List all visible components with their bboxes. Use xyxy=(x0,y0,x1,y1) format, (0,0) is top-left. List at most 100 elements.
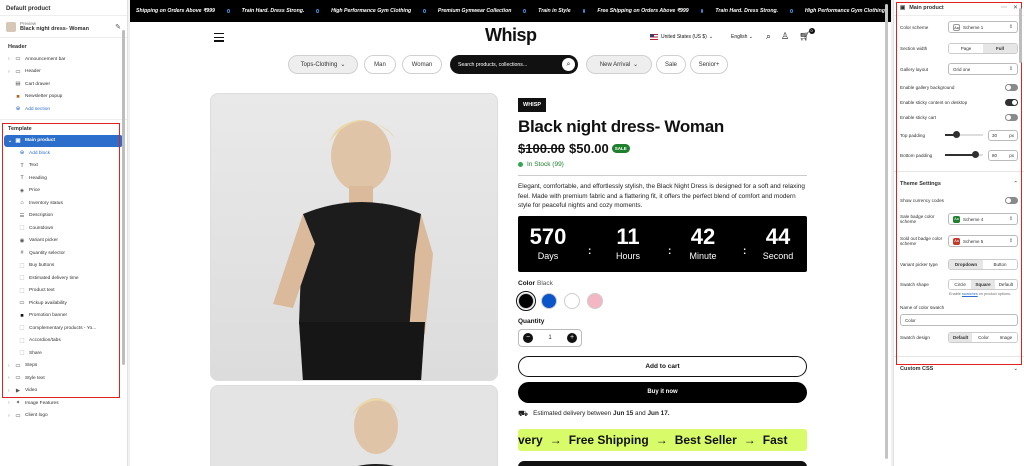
language-selector[interactable]: English ⌄ xyxy=(731,34,753,40)
arrow-right-icon: → xyxy=(655,432,668,447)
add-to-cart-button[interactable]: Add to cart xyxy=(518,355,807,377)
sale-badge: SALE xyxy=(611,144,630,153)
settings-scrollbar[interactable] xyxy=(1019,8,1022,63)
sidebar-item-cart-drawer[interactable]: ▤ Cart drawer xyxy=(0,78,127,91)
cart-count-badge: 0 xyxy=(808,28,815,34)
swatch-blue[interactable] xyxy=(541,292,557,309)
countdown-days-label: Days xyxy=(537,250,559,261)
divider-ellipse-icon xyxy=(700,9,704,13)
countdown-days-value: 570 xyxy=(529,223,567,249)
countdown-hours-value: 11 xyxy=(616,223,640,249)
sidebar-item-newsletter-popup[interactable]: ■ Newsletter popup xyxy=(0,91,127,104)
divider xyxy=(518,175,807,176)
menu-man[interactable]: Man xyxy=(364,55,396,74)
product-thumbnail xyxy=(6,21,16,32)
color-swatches xyxy=(516,290,807,311)
chevron-down-icon: ⌄ xyxy=(340,62,346,68)
layout-icon: ▭ xyxy=(15,412,21,419)
arrow-right-icon: → xyxy=(549,432,562,447)
divider-ellipse-icon xyxy=(523,9,527,13)
cart-icon[interactable]: 🛒︎ 0 xyxy=(799,28,815,42)
countdown-minutes-value: 42 xyxy=(690,223,716,249)
sidebar-item-announcement-bar[interactable]: › ▭ Announcement bar xyxy=(0,53,127,66)
hamburger-menu-icon[interactable] xyxy=(214,33,224,44)
sale-price: $50.00 xyxy=(569,141,609,156)
country-selector[interactable]: United States (US $) ⌄ xyxy=(650,34,713,40)
theme-editor: Default product Preview Black night dres… xyxy=(0,0,1024,466)
color-label: Color Black xyxy=(518,279,553,287)
announcement-bar: Shipping on Orders Above ₹999 Train Hard… xyxy=(130,0,891,22)
next-section-preview xyxy=(518,460,807,466)
product-description: Elegant, comfortable, and effortlessly s… xyxy=(518,183,805,210)
truck-icon: ⛟ xyxy=(518,408,529,418)
search-icon[interactable]: ⌕ xyxy=(562,58,575,71)
swatch-pink[interactable] xyxy=(587,292,603,309)
store-search-input[interactable]: Search products, collections... ⌕ xyxy=(450,55,578,74)
countdown-separator: : xyxy=(743,245,747,257)
highlight-box-template xyxy=(2,123,120,398)
quantity-label: Quantity xyxy=(518,317,545,325)
layout-icon: ▭ xyxy=(15,68,21,75)
arrow-right-icon: → xyxy=(743,432,756,447)
sidebar-scrollbar[interactable] xyxy=(122,30,125,365)
selected-color: Black xyxy=(536,279,553,287)
main-menu: Tops-Clothing ⌄ Man Woman Search products… xyxy=(130,55,891,77)
menu-senior[interactable]: Senior+ xyxy=(690,55,728,74)
search-icon[interactable]: ⌕ xyxy=(766,31,771,42)
vendor-label[interactable]: WHISP xyxy=(518,98,547,112)
countdown-minutes-label: Minute xyxy=(689,250,717,261)
product-second-image[interactable] xyxy=(210,385,498,466)
buy-now-button[interactable]: Buy it now xyxy=(518,381,807,403)
swatch-white[interactable] xyxy=(564,292,580,309)
sidebar-item-client-logo[interactable]: › ▭ Client logo xyxy=(0,410,127,423)
divider-ellipse-icon xyxy=(316,9,320,13)
cart-drawer-icon: ▤ xyxy=(15,81,21,88)
preview-value: Black night dress- Woman xyxy=(20,26,89,32)
pencil-icon[interactable]: ✎ xyxy=(115,23,121,31)
sidebar-item-header[interactable]: › ▭ Header xyxy=(0,66,127,79)
product-title: Black night dress- Woman xyxy=(518,117,724,136)
estimated-delivery: ⛟ Estimated delivery between Jun 15 and … xyxy=(518,408,670,418)
swatch-black[interactable] xyxy=(516,290,536,311)
header-section-title: Header xyxy=(8,44,27,50)
template-title: Default product xyxy=(0,0,127,16)
quantity-value[interactable]: 1 xyxy=(548,335,551,341)
stock-dot-icon xyxy=(518,162,523,167)
minus-icon[interactable]: − xyxy=(523,332,533,343)
countdown-separator: : xyxy=(588,245,592,257)
plus-circle-icon: ⊕ xyxy=(15,106,21,113)
chevron-down-icon: ⌄ xyxy=(633,62,639,68)
chevron-down-icon: ⌄ xyxy=(1013,366,1018,372)
highlight-box-settings xyxy=(896,2,1022,365)
account-icon[interactable]: ♙ xyxy=(781,31,789,42)
divider-ellipse-icon xyxy=(790,9,793,13)
menu-tops-clothing[interactable]: Tops-Clothing ⌄ xyxy=(288,55,358,74)
inventory-status: In Stock (99) xyxy=(518,161,807,168)
chevron-down-icon: ⌄ xyxy=(708,34,714,40)
store-logo[interactable]: Whisp xyxy=(485,25,537,46)
countdown-timer: 570 Days : 11 Hours : 42 Minute : 44 Second xyxy=(518,215,807,272)
countdown-hours-label: Hours xyxy=(615,250,640,261)
features-icon: ✦ xyxy=(15,400,21,407)
divider-ellipse-icon xyxy=(226,9,230,13)
sidebar-item-image-features[interactable]: › ✦ Image Features xyxy=(0,397,127,410)
preview-selector[interactable]: Preview Black night dress- Woman ✎ xyxy=(0,16,127,38)
chevron-down-icon: ⌄ xyxy=(748,34,753,40)
price-block: $100.00 $50.00 SALE xyxy=(518,141,807,156)
menu-sale[interactable]: Sale xyxy=(656,55,686,74)
countdown-seconds-value: 44 xyxy=(765,223,791,249)
plus-icon[interactable]: + xyxy=(567,332,577,343)
announcement-icon: ▭ xyxy=(15,56,21,63)
product-info: WHISP Black night dress- Woman $100.00 $… xyxy=(516,93,807,466)
store-preview: Shipping on Orders Above ₹999 Train Hard… xyxy=(130,0,891,466)
add-section-button[interactable]: ⊕ Add section xyxy=(0,103,127,116)
product-main-image[interactable] xyxy=(210,93,498,381)
divider-ellipse-icon xyxy=(423,9,426,13)
popup-icon: ■ xyxy=(16,93,20,100)
preview-scrollbar[interactable] xyxy=(885,4,888,459)
store-header: Whisp United States (US $) ⌄ English ⌄ ⌕ … xyxy=(130,22,891,54)
countdown-separator: : xyxy=(668,245,672,257)
menu-new-arrival[interactable]: New Arrival ⌄ xyxy=(586,55,652,74)
menu-woman[interactable]: Woman xyxy=(402,55,442,74)
us-flag-icon xyxy=(650,34,658,40)
